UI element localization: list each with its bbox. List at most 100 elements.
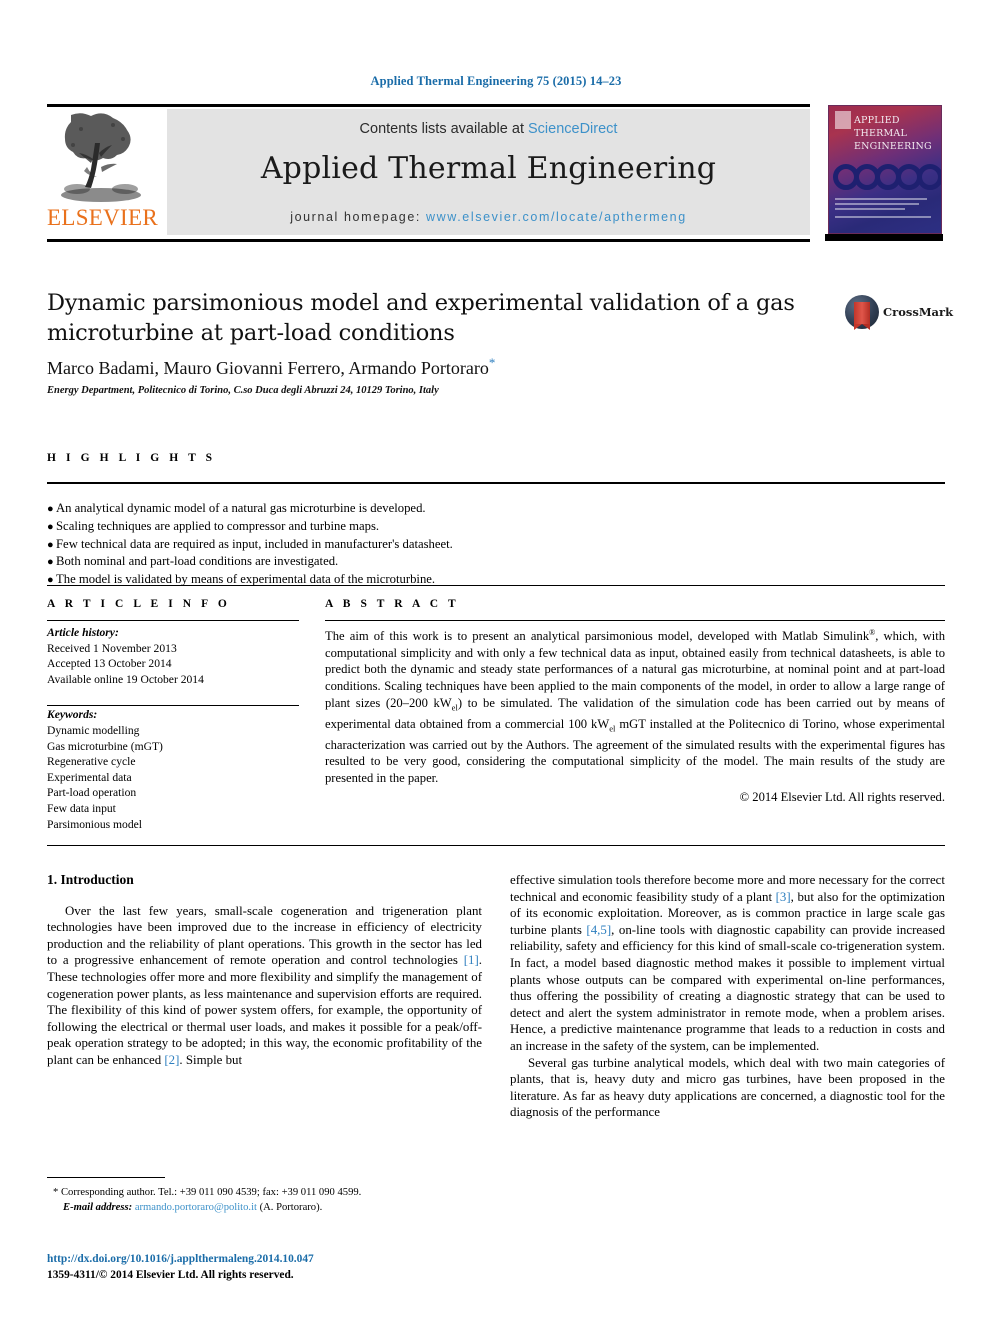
bullet-icon: ● [47,520,54,533]
email-suffix: (A. Portoraro). [259,1201,323,1213]
article-info-column: Article history: Received 1 November 201… [47,625,299,832]
cover-elsevier-mark-icon [835,111,851,129]
highlights-heading: H I G H L I G H T S [47,452,216,464]
keyword-item: Part-load operation [47,786,137,800]
issn-copyright: 1359-4311/© 2014 Elsevier Ltd. All right… [47,1268,294,1281]
highlights-list: ● An analytical dynamic model of a natura… [47,500,827,589]
keyword-item: Parsimonious model [47,817,143,831]
highlight-item: ● The model is validated by means of expe… [47,571,827,589]
abstract-heading: A B S T R A C T [325,598,460,610]
footnote-marker: * [53,1187,59,1198]
elsevier-tree-icon [51,109,151,205]
paper-page: Applied Thermal Engineering 75 (2015) 14… [0,0,992,1323]
article-history-item: Available online 19 October 2014 [47,672,204,686]
keyword-item: Regenerative cycle [47,755,136,769]
keyword-item: Gas microturbine (mGT) [47,739,163,753]
bullet-icon: ● [47,556,54,569]
bullet-icon: ● [47,503,54,515]
footnote-contact-line: Corresponding author. Tel.: +39 011 090 … [60,1187,362,1198]
journal-title: Applied Thermal Engineering [260,151,717,186]
author-list: Marco Badami, Mauro Giovanni Ferrero, Ar… [47,355,837,379]
intro-paragraph-right-2: Several gas turbine analytical models, w… [510,1055,945,1120]
section-heading-introduction: 1. Introduction [47,872,134,887]
sciencedirect-link[interactable]: ScienceDirect [528,121,617,137]
highlight-text: Few technical data are required as input… [56,536,453,551]
highlight-item: ● Both nominal and part-load conditions a… [47,553,827,571]
highlights-bottom-rule [47,585,945,586]
highlight-item: ● An analytical dynamic model of a natura… [47,500,827,518]
keyword-item: Few data input [47,801,116,815]
page-title: Dynamic parsimonious model and experimen… [47,290,795,346]
email-link[interactable]: armando.portoraro@polito.it [135,1202,257,1213]
crossmark-label: CrossMark [883,305,954,319]
keyword-item: Dynamic modelling [47,723,140,737]
homepage-url-link[interactable]: www.elsevier.com/locate/apthermeng [426,210,687,224]
highlights-rule [47,482,945,484]
keywords-rule [47,705,299,706]
highlight-item: ● Few technical data are required as inpu… [47,536,827,554]
corresponding-author-note: * Corresponding author. Tel.: +39 011 09… [47,1186,482,1201]
highlight-text: Scaling techniques are applied to compre… [56,518,380,533]
journal-cover-image: APPLIED THERMAL ENGINEERING [828,105,942,234]
article-history-item: Received 1 November 2013 [47,641,177,655]
cover-chain-graphic [831,164,941,190]
intro-right-column: effective simulation tools therefore bec… [510,872,945,1121]
cover-title-line1: APPLIED [854,115,900,126]
intro-left-text-b: . These technologies offer more and more… [47,953,482,1067]
citation-ref-1[interactable]: [1] [464,953,479,967]
footer-block: http://dx.doi.org/10.1016/j.applthermale… [47,1252,507,1283]
bullet-icon: ● [47,538,54,551]
keywords-label: Keywords: [47,708,98,722]
cover-title-line2: THERMAL [854,128,908,139]
cover-bottom-bar [825,234,943,241]
contents-line: Contents lists available at ScienceDirec… [167,121,810,137]
article-history-label: Article history: [47,626,119,639]
abstract-bottom-rule [47,845,945,846]
email-note: E-mail address: armando.portoraro@polito… [47,1201,482,1216]
doi-link[interactable]: http://dx.doi.org/10.1016/j.applthermale… [47,1252,507,1268]
article-history-item: Accepted 13 October 2014 [47,657,172,671]
running-head: Applied Thermal Engineering 75 (2015) 14… [370,74,622,88]
corresponding-author-marker: * [488,355,496,370]
citation-ref-4-5[interactable]: [4,5] [586,923,611,937]
affiliation: Energy Department, Politecnico di Torino… [47,385,439,396]
author-names: Marco Badami, Mauro Giovanni Ferrero, Ar… [47,358,489,378]
homepage-label: journal homepage: [290,210,427,224]
journal-cover-thumbnail: APPLIED THERMAL ENGINEERING [825,105,947,242]
journal-homepage-line: journal homepage: www.elsevier.com/locat… [167,210,810,224]
highlight-item: ● Scaling techniques are applied to compr… [47,518,827,536]
article-info-heading: A R T I C L E I N F O [47,598,231,610]
bullet-icon: ● [47,574,54,587]
footnote-block: * Corresponding author. Tel.: +39 011 09… [47,1186,482,1215]
email-label: E-mail address: [63,1201,133,1213]
intro-left-text-c: . Simple but [179,1052,243,1067]
masthead-bottom-rule [47,239,810,242]
intro-left-column: 1. Introduction Over the last few years,… [47,872,482,1069]
intro-paragraph-left: Over the last few years, small-scale cog… [47,903,482,1069]
abstract-copyright: © 2014 Elsevier Ltd. All rights reserved… [739,789,945,804]
crossmark-badge[interactable]: CrossMark [845,293,953,335]
crossmark-circle-icon [845,295,879,330]
highlight-text: Both nominal and part-load conditions ar… [56,554,339,569]
masthead: ELSEVIER Contents lists available at Sci… [47,107,810,239]
citation-ref-3[interactable]: [3] [776,890,791,904]
intro-right-text-c: , on-line tools with diagnostic capabili… [510,922,946,1053]
intro-left-text-a: Over the last few years, small-scale cog… [47,903,482,968]
elsevier-wordmark: ELSEVIER [47,205,158,230]
abstract-text-1: The aim of this work is to present an an… [325,629,870,644]
crossmark-bookmark-icon [854,302,870,330]
footnote-rule [47,1177,165,1178]
cover-title: APPLIED THERMAL ENGINEERING [854,114,938,153]
masthead-panel: Contents lists available at ScienceDirec… [167,109,810,235]
abstract-rule [325,620,945,621]
cover-editor-lines [835,198,935,221]
cover-title-line3: ENGINEERING [854,141,932,152]
keyword-item: Experimental data [47,770,132,784]
intro-paragraph-right-1: effective simulation tools therefore bec… [510,872,945,1055]
elsevier-logo: ELSEVIER [47,107,158,237]
citation-ref-2[interactable]: [2] [164,1053,179,1067]
abstract-body: The aim of this work is to present an an… [325,625,945,805]
highlight-text: An analytical dynamic model of a natural… [56,501,426,515]
article-info-rule [47,620,299,621]
contents-prefix: Contents lists available at [359,121,528,137]
